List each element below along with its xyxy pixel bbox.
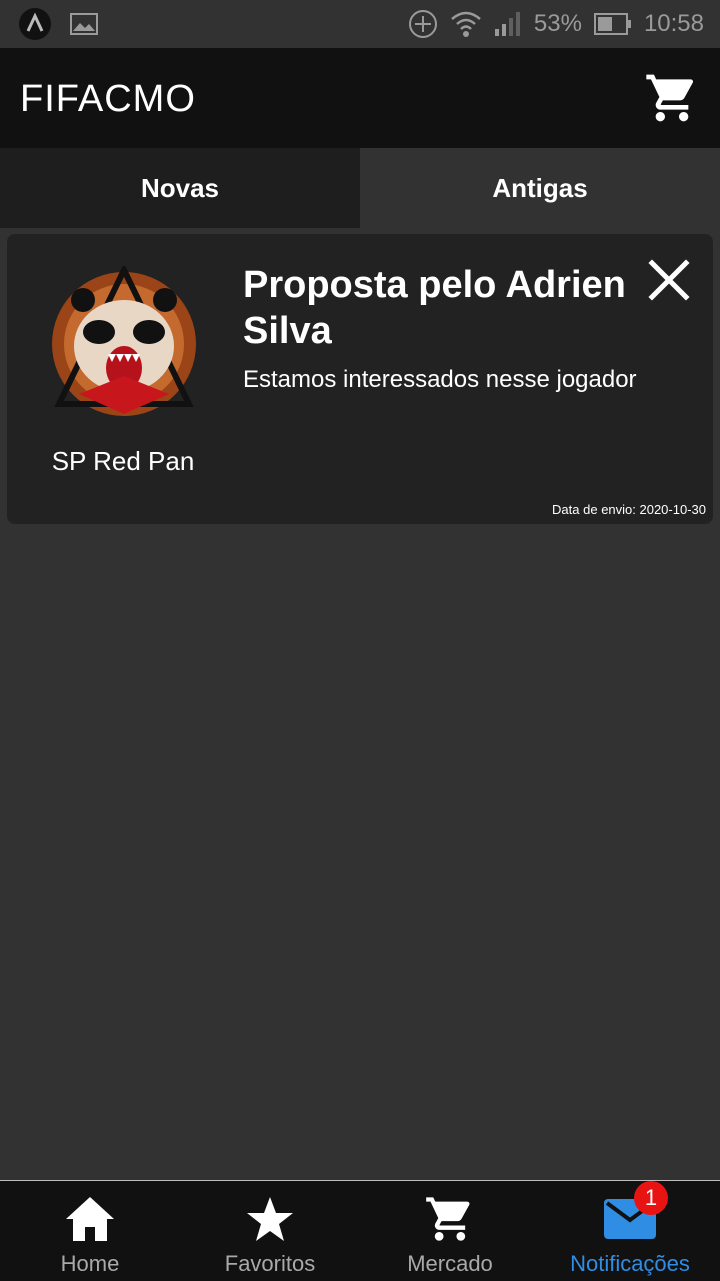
tab-antigas[interactable]: Antigas <box>360 148 720 228</box>
team-name: SP Red Pan <box>51 446 195 476</box>
image-icon <box>70 13 98 35</box>
notification-date: Data de envio: 2020-10-30 <box>552 502 706 517</box>
notification-card[interactable]: SP Red Pan Proposta pelo Adrien Silva Es… <box>7 234 713 524</box>
bottom-nav: Home Favoritos Mercado 1 Notificações <box>0 1180 720 1281</box>
battery-icon <box>593 13 631 35</box>
nav-mercado-label: Mercado <box>407 1251 493 1276</box>
tab-bar: Novas Antigas <box>0 148 720 228</box>
nav-home[interactable]: Home <box>0 1181 180 1281</box>
close-icon[interactable] <box>647 258 691 302</box>
home-icon <box>66 1197 114 1241</box>
app-title: FIFACMO <box>20 78 196 120</box>
wifi-icon <box>451 11 481 37</box>
nav-favoritos[interactable]: Favoritos <box>180 1181 360 1281</box>
app-logo-icon <box>19 8 51 40</box>
star-icon <box>247 1197 293 1241</box>
team-logo <box>52 266 196 416</box>
clock: 10:58 <box>643 10 704 37</box>
notification-badge: 1 <box>634 1181 668 1215</box>
app-bar: FIFACMO <box>0 48 720 148</box>
nav-notificacoes[interactable]: 1 Notificações <box>540 1181 720 1281</box>
cart-icon <box>426 1197 470 1241</box>
cart-icon[interactable] <box>644 70 700 126</box>
nav-mercado[interactable]: Mercado <box>360 1181 540 1281</box>
add-circle-icon <box>408 10 437 38</box>
battery-percent: 53% <box>533 10 582 37</box>
status-bar: 53% 10:58 <box>0 0 720 48</box>
nav-favoritos-label: Favoritos <box>224 1251 316 1276</box>
nav-home-label: Home <box>60 1251 120 1276</box>
tab-novas[interactable]: Novas <box>0 148 360 228</box>
notification-title: Proposta pelo Adrien Silva <box>243 264 626 352</box>
signal-icon <box>494 12 520 36</box>
notification-message: Estamos interessados nesse jogador <box>243 366 637 393</box>
nav-notificacoes-label: Notificações <box>570 1251 690 1276</box>
